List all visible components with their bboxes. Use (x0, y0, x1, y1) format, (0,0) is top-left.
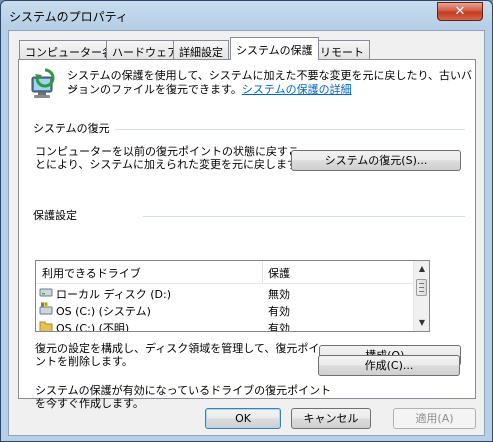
drive-protection-status: 有効 (268, 322, 290, 332)
drive-row[interactable]: OS (C:) (システム) 有効 (36, 301, 413, 318)
apply-button[interactable]: 適用(A) (393, 408, 476, 429)
drive-row[interactable]: ローカル ディスク (D:) 無効 (36, 284, 413, 301)
close-button[interactable]: ✕ (437, 2, 483, 21)
system-restore-button[interactable]: システムの復元(S)... (291, 150, 461, 171)
protection-settings-divider (143, 216, 465, 217)
intro-text: ジョンのファイルを復元できます。 (67, 83, 242, 96)
tab-system-protection[interactable]: システムの保護 (230, 37, 319, 60)
system-properties-window: システムのプロパティ ✕ コンピューター名 ハードウェア 詳細設定 システムの保… (0, 0, 493, 442)
tab-advanced[interactable]: 詳細設定 (173, 40, 229, 59)
dialog-body: コンピューター名 ハードウェア 詳細設定 システムの保護 リモート システムの保… (8, 30, 485, 436)
drive-protection-status: 無効 (268, 288, 290, 301)
drive-list-scrollbar[interactable]: ▲ ▼ (413, 261, 429, 331)
scroll-up-arrow-icon[interactable]: ▲ (414, 261, 429, 277)
drive-name: OS (C:) (不明) (56, 322, 130, 332)
local-disk-icon (39, 288, 53, 297)
system-protection-icon (31, 68, 55, 98)
column-separator (262, 261, 263, 283)
system-restore-heading: システムの復元 (33, 122, 110, 135)
create-desc-2: を今すぐ作成します。 (35, 397, 144, 410)
drive-name: ローカル ディスク (D:) (56, 288, 171, 301)
drive-list[interactable]: 利用できるドライブ 保護 ローカル ディスク (D:) 無効 OS (C:) (… (35, 260, 430, 332)
create-button[interactable]: 作成(C)... (318, 355, 460, 376)
create-desc-1: システムの保護が有効になっているドライブの復元ポイント (35, 384, 332, 397)
scroll-down-arrow-icon[interactable]: ▼ (414, 315, 429, 331)
drive-name: OS (C:) (システム) (56, 305, 151, 318)
system-restore-divider (115, 129, 465, 130)
window-title: システムのプロパティ (9, 10, 128, 24)
tab-remote[interactable]: リモート (314, 40, 370, 59)
tab-panel-system-protection: システムの保護を使用して、システムに加えた不要な変更を元に戻したり、古いバー ジ… (18, 59, 476, 410)
column-available-drives[interactable]: 利用できるドライブ (42, 265, 141, 281)
intro-line-2: ジョンのファイルを復元できます。システムの保護の詳細 (67, 83, 352, 96)
tab-computer-name[interactable]: コンピューター名 (19, 40, 119, 59)
column-protection[interactable]: 保護 (268, 265, 290, 281)
configure-desc-1: 復元の設定を構成し、ディスク領域を管理して、復元ポイ (35, 342, 320, 355)
scroll-thumb[interactable] (416, 279, 427, 296)
system-restore-desc-2: とにより、システムに加えられた変更を元に戻します。 (35, 158, 308, 171)
drive-row[interactable]: OS (C:) (不明) 有効 (36, 318, 413, 332)
drive-list-header: 利用できるドライブ 保護 (36, 261, 413, 284)
system-drive-icon (39, 302, 53, 315)
close-icon: ✕ (454, 4, 466, 19)
system-protection-details-link[interactable]: システムの保護の詳細 (242, 83, 352, 96)
folder-drive-icon (39, 321, 53, 331)
ok-button[interactable]: OK (205, 408, 281, 429)
title-bar[interactable]: システムのプロパティ ✕ (1, 1, 492, 29)
cancel-button[interactable]: キャンセル (291, 408, 371, 429)
drive-protection-status: 有効 (268, 305, 290, 318)
configure-desc-2: ントを削除します。 (35, 355, 133, 368)
system-restore-desc-1: コンピューターを以前の復元ポイントの状態に戻すこ (35, 145, 299, 158)
protection-settings-heading: 保護設定 (33, 209, 77, 222)
